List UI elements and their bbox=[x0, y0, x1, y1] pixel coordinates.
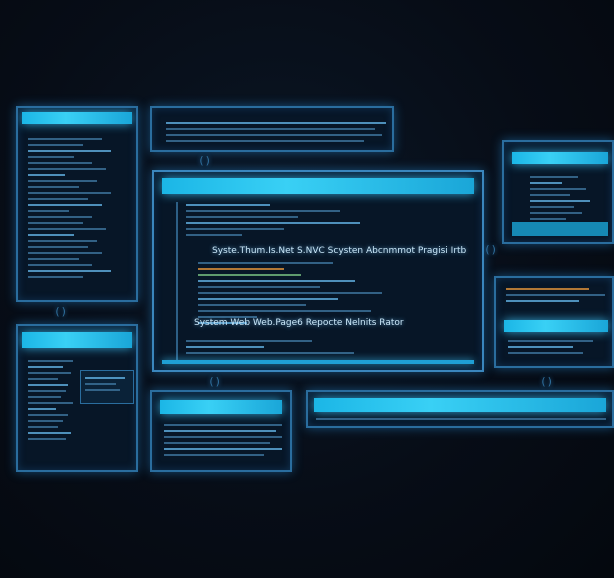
right-mid-window-titlebar[interactable] bbox=[504, 320, 608, 332]
main-editor-window[interactable]: Syste.Thum.Is.Net S.NVC Scysten Abcnmmot… bbox=[152, 170, 484, 372]
main-editor-titlebar[interactable] bbox=[162, 178, 474, 194]
top-log-lines bbox=[166, 122, 386, 146]
editor-code-lines-bottom bbox=[186, 340, 466, 358]
right-mid-lines bbox=[506, 288, 610, 306]
editor-gutter bbox=[176, 202, 178, 362]
right-mid-lines-lower bbox=[508, 340, 608, 358]
editor-status-bar bbox=[162, 360, 474, 364]
right-top-panel bbox=[512, 222, 608, 236]
bottom-console-titlebar[interactable] bbox=[160, 400, 282, 414]
left-bottom-window-titlebar[interactable] bbox=[22, 332, 132, 348]
bottom-wide-lines bbox=[316, 418, 606, 424]
right-top-window-titlebar[interactable] bbox=[512, 152, 608, 164]
connector-left-mid: () bbox=[54, 305, 68, 318]
top-log-window[interactable] bbox=[150, 106, 394, 152]
connector-bottom-left: () bbox=[208, 375, 222, 388]
right-top-window[interactable] bbox=[502, 140, 614, 244]
editor-code-line-2: System Web Web.Page6 Repocte Nelnits Rat… bbox=[194, 318, 404, 328]
left-bottom-window[interactable] bbox=[16, 324, 138, 472]
left-code-window[interactable] bbox=[16, 106, 138, 302]
bottom-wide-window[interactable] bbox=[306, 390, 614, 428]
left-code-window-titlebar[interactable] bbox=[22, 112, 132, 124]
editor-code-line-1: Syste.Thum.Is.Net S.NVC Scysten Abcnmmot… bbox=[212, 246, 467, 256]
connector-bottom-right: () bbox=[540, 375, 554, 388]
bottom-console-window[interactable] bbox=[150, 390, 292, 472]
connector-right: () bbox=[484, 243, 498, 256]
left-bottom-lines-a bbox=[28, 360, 78, 444]
left-code-lines bbox=[28, 138, 120, 282]
bottom-console-lines bbox=[164, 424, 282, 460]
left-bottom-inner-panel bbox=[80, 370, 134, 404]
editor-code-lines-top bbox=[186, 204, 466, 240]
right-mid-window[interactable] bbox=[494, 276, 614, 368]
right-top-lines bbox=[530, 176, 610, 224]
bottom-wide-titlebar[interactable] bbox=[314, 398, 606, 412]
connector-top: () bbox=[198, 154, 212, 167]
